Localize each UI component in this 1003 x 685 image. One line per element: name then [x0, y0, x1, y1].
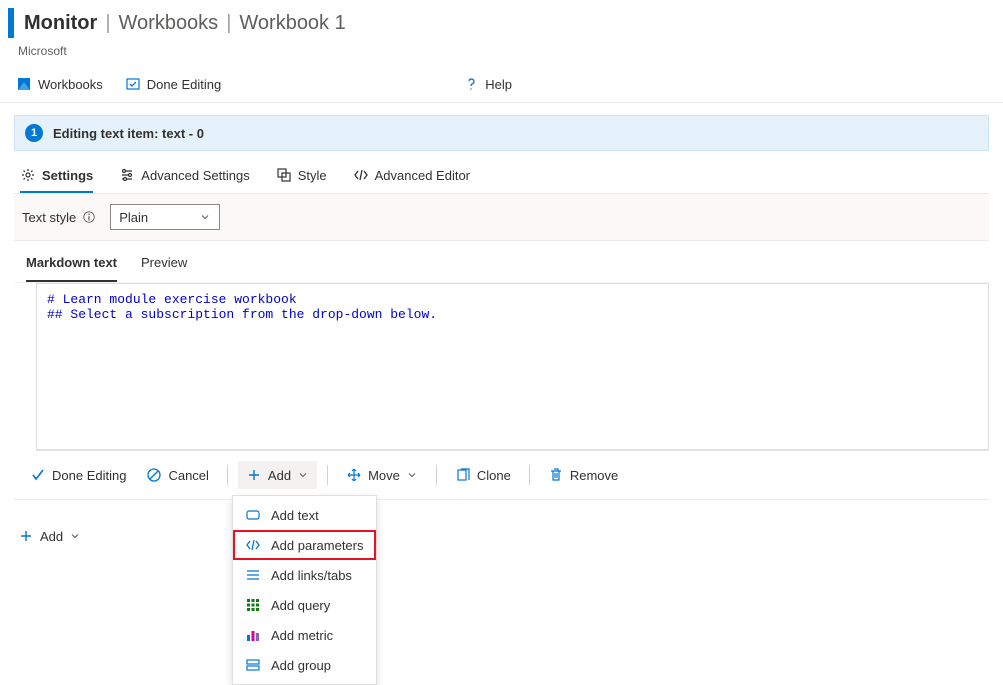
done-editing-label: Done Editing	[147, 77, 221, 92]
step-badge: 1	[25, 124, 43, 142]
add-dropdown: Add text Add parameters Add links/tabs A…	[232, 495, 377, 685]
move-button[interactable]: Move	[338, 461, 426, 489]
tab-advanced-editor-label: Advanced Editor	[375, 168, 470, 183]
workbooks-button[interactable]: Workbooks	[16, 76, 103, 92]
chevron-down-icon	[199, 211, 211, 223]
add-links-tabs-item[interactable]: Add links/tabs	[233, 560, 376, 590]
chevron-down-icon	[406, 469, 418, 481]
add-group-item[interactable]: Add group	[233, 650, 376, 680]
text-style-label: Text style	[22, 210, 76, 225]
add-metric-item[interactable]: Add metric	[233, 620, 376, 650]
editor-tabs: Settings Advanced Settings Style Advance…	[14, 151, 989, 194]
chevron-down-icon	[297, 469, 309, 481]
tab-style-label: Style	[298, 168, 327, 183]
editing-header: 1 Editing text item: text - 0	[14, 115, 989, 151]
text-style-select[interactable]: Plain	[110, 204, 220, 230]
breadcrumb-sep: |	[103, 12, 112, 35]
main-toolbar: Workbooks Done Editing Help	[0, 66, 1003, 103]
add-parameters-label: Add parameters	[271, 538, 364, 553]
move-label: Move	[368, 468, 400, 483]
done-editing-button[interactable]: Done Editing	[22, 461, 134, 489]
text-style-value: Plain	[119, 210, 148, 225]
tab-advanced-editor[interactable]: Advanced Editor	[353, 161, 470, 193]
editing-title: Editing text item: text - 0	[53, 126, 204, 141]
done-editing-button[interactable]: Done Editing	[125, 76, 221, 92]
help-button[interactable]: Help	[463, 76, 512, 92]
markdown-tabs: Markdown text Preview	[14, 241, 989, 283]
add-parameters-item[interactable]: Add parameters	[233, 530, 376, 560]
add-group-label: Add group	[271, 658, 331, 673]
chevron-down-icon	[69, 530, 81, 542]
breadcrumb-current: Workbook 1	[239, 12, 345, 35]
remove-button[interactable]: Remove	[540, 461, 626, 489]
breadcrumb-sep: |	[224, 12, 233, 35]
cancel-label: Cancel	[168, 468, 208, 483]
footer-add-label: Add	[40, 529, 63, 544]
info-icon[interactable]	[82, 210, 96, 224]
divider	[529, 465, 530, 485]
tab-preview[interactable]: Preview	[141, 255, 187, 282]
clone-button[interactable]: Clone	[447, 461, 519, 489]
tab-markdown-text[interactable]: Markdown text	[26, 255, 117, 282]
add-text-label: Add text	[271, 508, 319, 523]
add-links-tabs-label: Add links/tabs	[271, 568, 352, 583]
add-query-item[interactable]: Add query	[233, 590, 376, 620]
org-label: Microsoft	[0, 44, 1003, 66]
divider	[436, 465, 437, 485]
workbooks-label: Workbooks	[38, 77, 103, 92]
divider	[327, 465, 328, 485]
done-editing-label: Done Editing	[52, 468, 126, 483]
item-command-bar: Done Editing Cancel Add Move Clone Remov…	[14, 451, 989, 500]
add-metric-label: Add metric	[271, 628, 333, 643]
divider	[227, 465, 228, 485]
markdown-editor[interactable]: # Learn module exercise workbook ## Sele…	[36, 283, 989, 451]
remove-label: Remove	[570, 468, 618, 483]
add-button[interactable]: Add	[238, 461, 317, 489]
text-style-row: Text style Plain	[14, 194, 989, 241]
page-title: Monitor	[24, 12, 97, 35]
help-label: Help	[485, 77, 512, 92]
add-label: Add	[268, 468, 291, 483]
clone-label: Clone	[477, 468, 511, 483]
cancel-button[interactable]: Cancel	[138, 461, 216, 489]
tab-settings-label: Settings	[42, 168, 93, 183]
header-accent-bar	[8, 8, 14, 38]
tab-style[interactable]: Style	[276, 161, 327, 193]
breadcrumb-workbooks[interactable]: Workbooks	[119, 12, 219, 35]
add-query-label: Add query	[271, 598, 330, 613]
add-text-item[interactable]: Add text	[233, 500, 376, 530]
tab-advanced-settings[interactable]: Advanced Settings	[119, 161, 249, 193]
tab-settings[interactable]: Settings	[20, 161, 93, 193]
footer-add-button[interactable]: Add	[14, 500, 989, 572]
tab-advanced-settings-label: Advanced Settings	[141, 168, 249, 183]
